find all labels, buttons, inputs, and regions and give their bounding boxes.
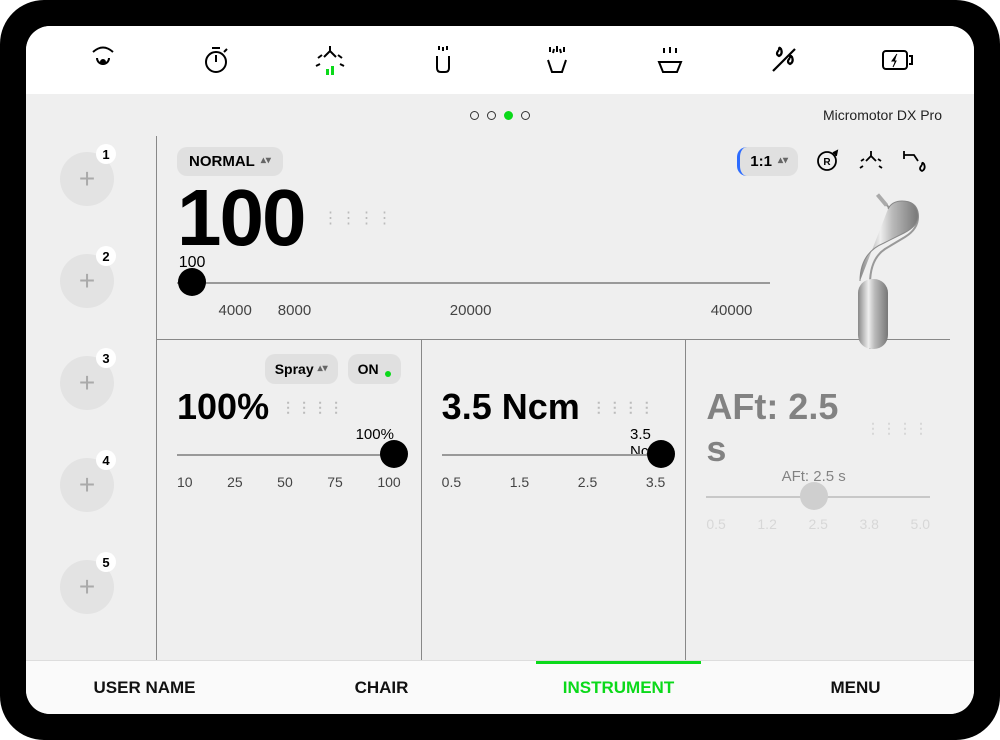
tab-instrument[interactable]: INSTRUMENT <box>500 661 737 714</box>
spray-toggle[interactable]: ON <box>348 354 401 384</box>
spray-icon[interactable] <box>537 40 577 80</box>
speed-panel: NORMAL ▴▾ 1:1 ▴▾ R <box>157 136 950 339</box>
slot-1[interactable]: +1 <box>60 152 114 206</box>
bowl-rinse-icon[interactable] <box>650 40 690 80</box>
keypad-icon: ⋮⋮⋮⋮ <box>866 420 930 437</box>
torque-value: 3.5 Ncm <box>442 386 580 428</box>
ratio-label: 1:1 <box>750 153 772 170</box>
light-icon[interactable] <box>856 146 886 176</box>
coolant-icon[interactable] <box>900 146 930 176</box>
spray-value: 100% <box>177 386 269 428</box>
keypad-icon[interactable]: ⋮⋮⋮⋮ <box>281 399 345 416</box>
spray-selector-label: Spray <box>275 361 314 377</box>
slot-5[interactable]: +5 <box>60 560 114 614</box>
aft-panel: AFt: 2.5 s ⋮⋮⋮⋮ AFt: 2.5 s 0.51.22.53.85… <box>686 340 950 660</box>
top-toolbar <box>26 26 974 94</box>
speed-value: 100 <box>177 172 304 264</box>
bottom-tabbar: USER NAME CHAIR INSTRUMENT MENU <box>26 660 974 714</box>
spray-toggle-label: ON <box>358 361 379 377</box>
speed-slider-thumb[interactable] <box>178 268 206 296</box>
torque-slider-thumb[interactable] <box>647 440 675 468</box>
preset-slots: +1 +2 +3 +4 +5 <box>26 136 156 660</box>
aft-value: AFt: 2.5 s <box>706 386 854 470</box>
torque-panel: 3.5 Ncm ⋮⋮⋮⋮ 3.5 Ncm 0.51.52.53.5 <box>422 340 687 660</box>
spray-selector[interactable]: Spray ▴▾ <box>265 354 338 384</box>
caret-icon: ▴▾ <box>318 366 328 372</box>
tab-menu[interactable]: MENU <box>737 661 974 714</box>
timer-icon[interactable] <box>196 40 236 80</box>
caret-icon: ▴▾ <box>261 158 271 164</box>
slot-2[interactable]: +2 <box>60 254 114 308</box>
spray-slider[interactable]: 100% <box>177 454 401 456</box>
aft-slider: AFt: 2.5 s <box>706 496 930 498</box>
torque-slider[interactable]: 3.5 Ncm <box>442 454 666 456</box>
speed-ticks: 4000 8000 20000 40000 . <box>177 302 770 319</box>
keypad-icon[interactable]: ⋮⋮⋮⋮ <box>322 208 394 228</box>
header-row: Micromotor DX Pro <box>26 94 974 136</box>
water-off-icon[interactable] <box>764 40 804 80</box>
ratio-selector[interactable]: 1:1 ▴▾ <box>737 147 798 176</box>
tab-chair[interactable]: CHAIR <box>263 661 500 714</box>
tab-user[interactable]: USER NAME <box>26 661 263 714</box>
torque-ticks: 0.51.52.53.5 <box>442 474 666 490</box>
instrument-image <box>800 189 940 349</box>
mode-label: NORMAL <box>189 153 255 170</box>
slot-3[interactable]: +3 <box>60 356 114 410</box>
aft-slider-thumb <box>800 482 828 510</box>
power-icon[interactable] <box>877 40 917 80</box>
slot-4[interactable]: +4 <box>60 458 114 512</box>
lamp-icon[interactable] <box>310 40 350 80</box>
on-indicator-icon <box>385 371 391 377</box>
device-title: Micromotor DX Pro <box>823 107 942 123</box>
svg-text:R: R <box>823 157 831 168</box>
rotation-icon[interactable]: R <box>812 146 842 176</box>
spray-slider-thumb[interactable] <box>380 440 408 468</box>
page-indicator[interactable] <box>470 111 530 120</box>
keypad-icon[interactable]: ⋮⋮⋮⋮ <box>592 399 656 416</box>
caret-icon: ▴▾ <box>778 158 788 164</box>
spray-panel: Spray ▴▾ ON 100% ⋮⋮⋮⋮ <box>157 340 422 660</box>
spray-ticks: 10255075100 <box>177 474 401 490</box>
suction-icon[interactable] <box>83 40 123 80</box>
cup-icon[interactable] <box>423 40 463 80</box>
aft-ticks: 0.51.22.53.85.0 <box>706 516 930 532</box>
